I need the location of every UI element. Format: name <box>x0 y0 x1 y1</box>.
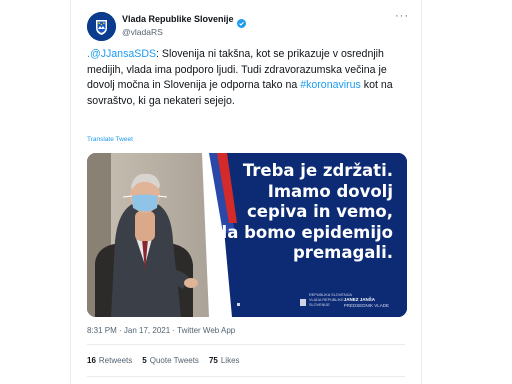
likes-stat[interactable]: 75 Likes <box>209 356 240 365</box>
quote-line-2: Imamo dovolj <box>267 181 393 201</box>
name-row: Vlada Republike Slovenije <box>122 14 246 28</box>
tweet-text: .@JJansaSDS: Slovenija ni takšna, kot se… <box>87 47 407 109</box>
government-crest-icon <box>87 12 116 41</box>
tweet-card: Vlada Republike Slovenije @vladaRS ··· .… <box>70 0 422 384</box>
retweets-count: 16 <box>87 356 96 365</box>
translate-tweet-link[interactable]: Translate Tweet <box>87 136 133 143</box>
retweets-stat[interactable]: 16 Retweets <box>87 356 132 365</box>
tweet-timestamp[interactable]: 8:31 PM · Jan 17, 2021 · Twitter Web App <box>87 326 235 335</box>
footer-role: PREDSEDNIK VLADE <box>343 302 389 308</box>
account-handle[interactable]: @vladaRS <box>122 27 163 37</box>
tweet-stats: 16 Retweets 5 Quote Tweets 75 Likes <box>87 356 240 365</box>
quotes-count: 5 <box>142 356 147 365</box>
mention-link[interactable]: .@JJansaSDS <box>87 48 156 60</box>
likes-count: 75 <box>208 356 218 365</box>
quotes-label: Quote Tweets <box>149 356 199 365</box>
retweets-label: Retweets <box>98 356 133 365</box>
hashtag-link[interactable]: #koronavirus <box>300 79 361 91</box>
account-avatar[interactable] <box>87 12 116 41</box>
likes-label: Likes <box>220 356 240 365</box>
divider-top <box>87 344 405 345</box>
quotes-stat[interactable]: 5 Quote Tweets <box>142 356 199 365</box>
media-quote: Treba je zdržati. Imamo dovolj cepiva in… <box>215 161 393 264</box>
quote-line-3: cepiva in vemo, <box>247 202 393 221</box>
more-icon[interactable]: ··· <box>395 10 409 22</box>
media-footer-person: JANEZ JANŠA PREDSEDNIK VLADE <box>344 297 389 308</box>
display-name[interactable]: Vlada Republike Slovenije <box>122 14 234 24</box>
divider-bottom <box>87 376 405 377</box>
tweet-media[interactable]: Treba je zdržati. Imamo dovolj cepiva in… <box>87 153 407 317</box>
quote-line-5: premagali. <box>293 243 393 262</box>
verified-badge-icon <box>236 15 246 28</box>
quote-line-1: Treba je zdržati. <box>242 161 393 180</box>
quote-line-4: da bomo epidemijo <box>215 222 393 242</box>
